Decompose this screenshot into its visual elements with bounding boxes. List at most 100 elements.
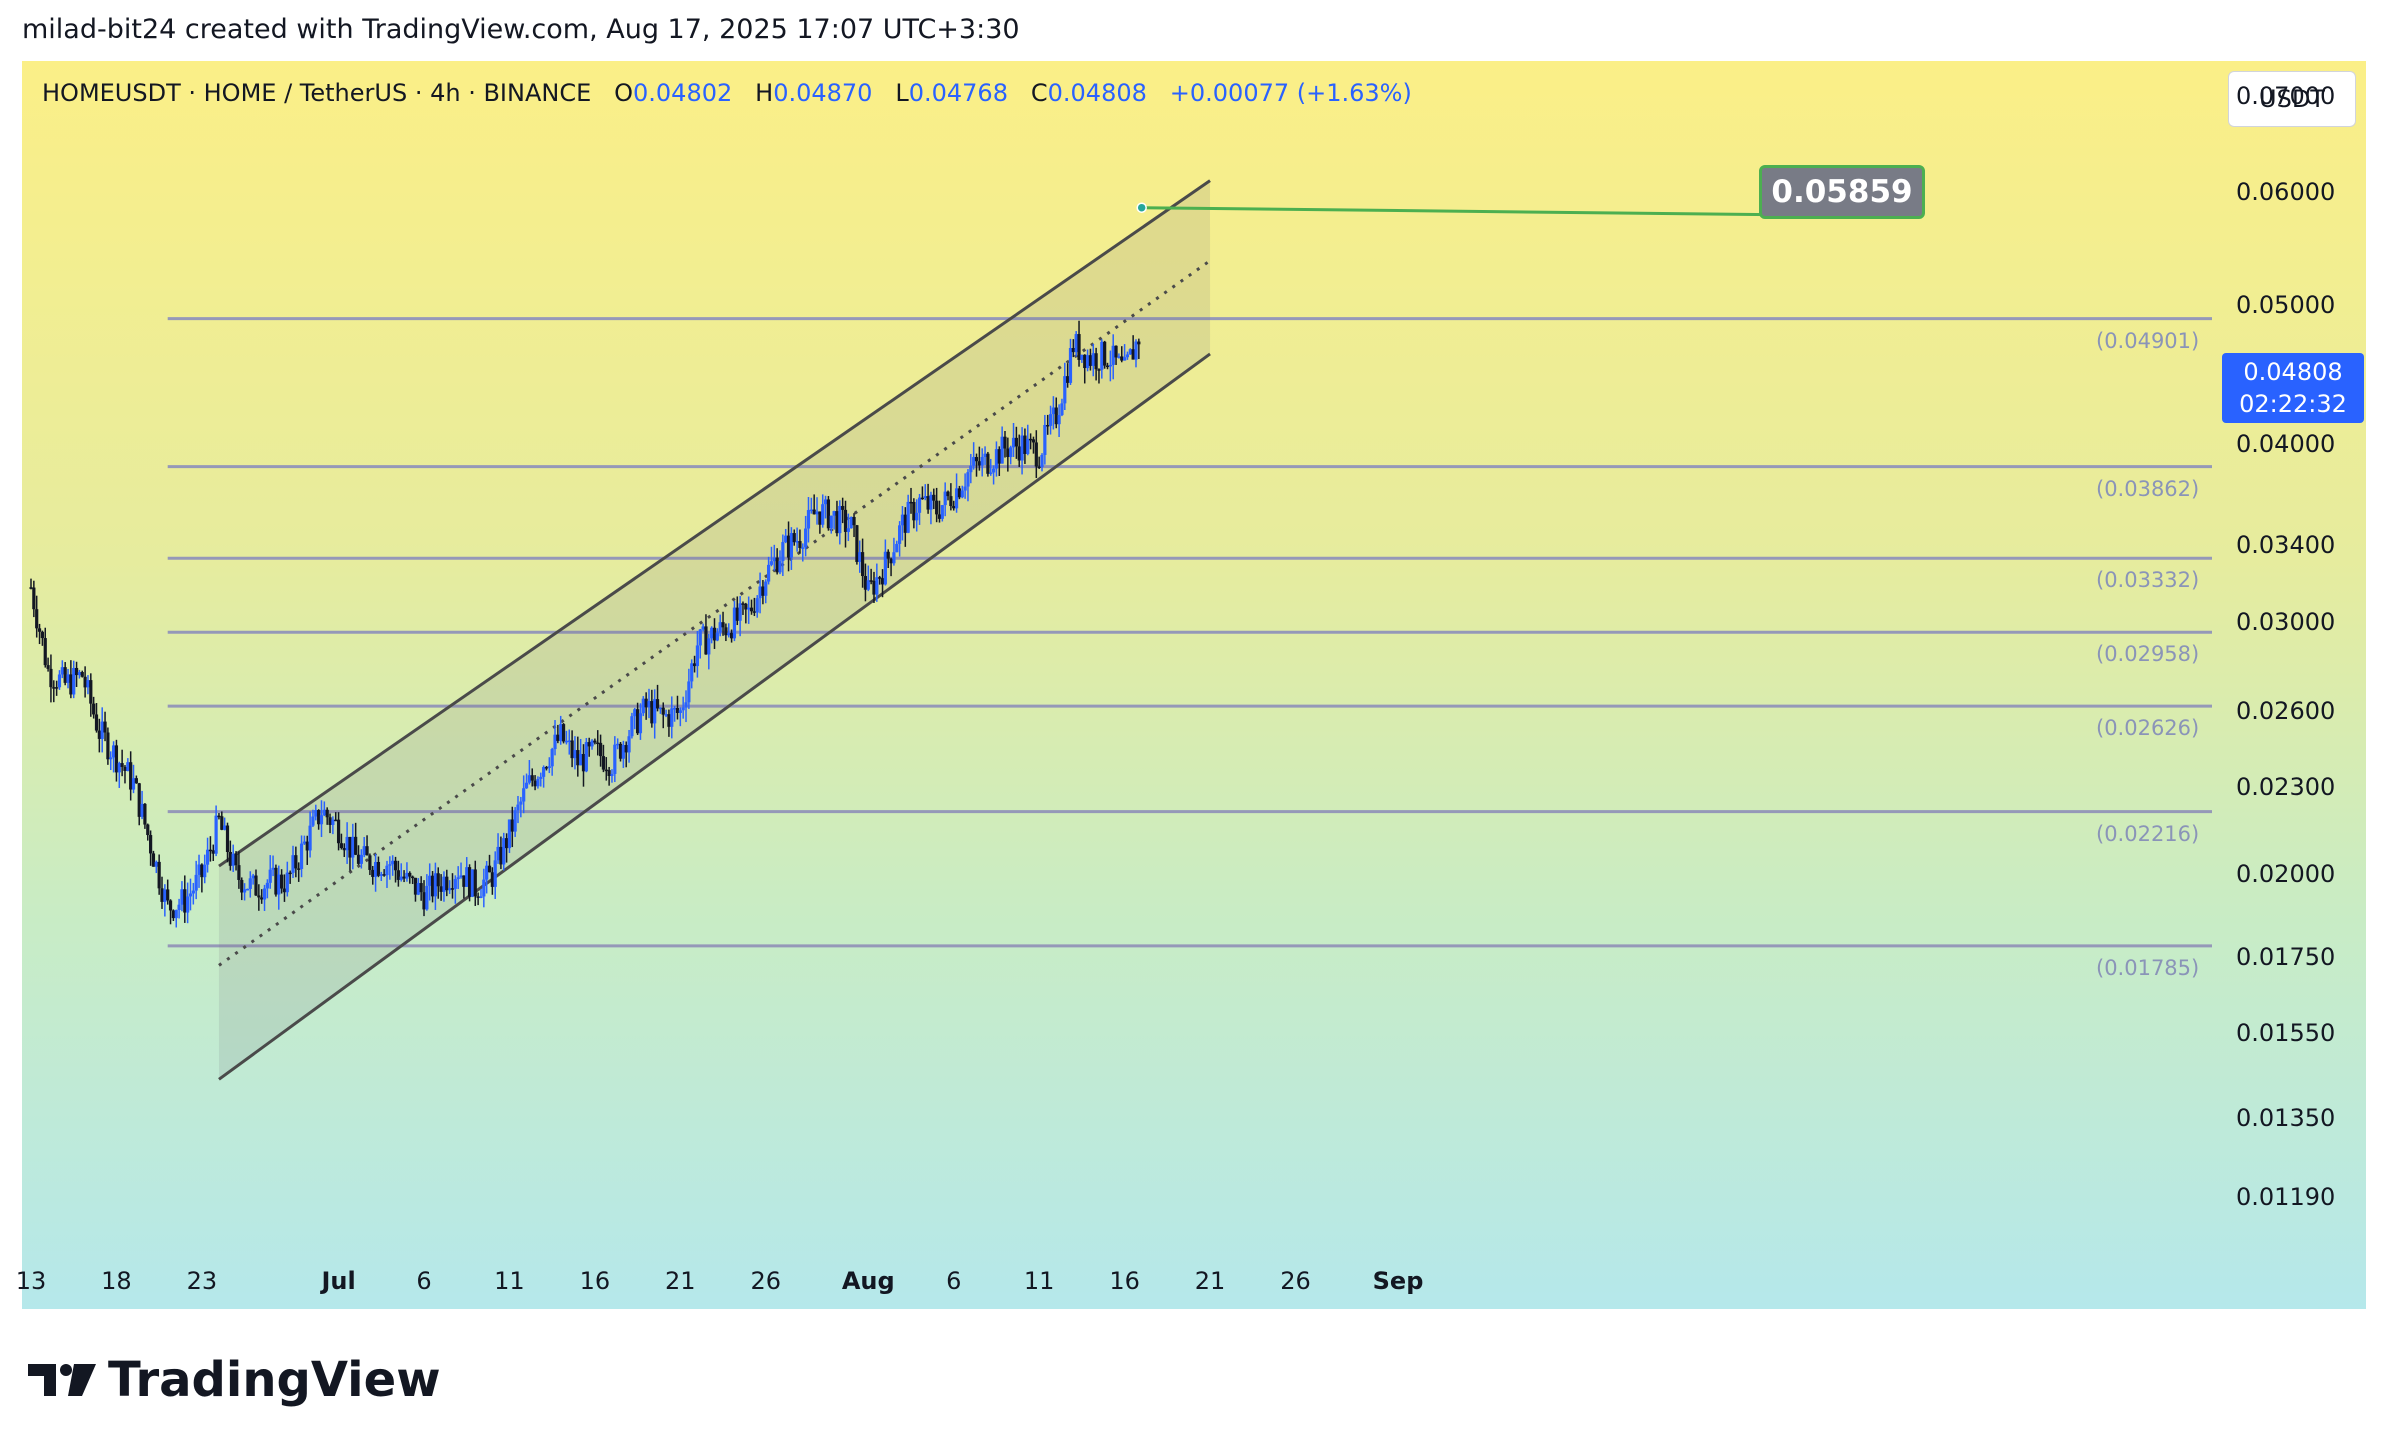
candle-body [322, 809, 326, 816]
candle-body [248, 878, 252, 889]
candle-body [858, 552, 862, 562]
channel-lower-line[interactable] [218, 352, 1211, 1081]
candle-body [188, 893, 193, 897]
candle-body [373, 861, 378, 877]
candle-body [587, 742, 591, 747]
candle-body [547, 766, 551, 768]
candle-body [368, 855, 372, 870]
candle-body [883, 551, 887, 585]
legend-symbol: HOMEUSDT · HOME / TetherUS · 4h · BINANC… [42, 79, 592, 107]
legend-open: 0.04802 [633, 79, 733, 107]
candle-body [49, 668, 53, 688]
candle-body [784, 535, 788, 543]
candle-body [815, 511, 819, 515]
candle-body [354, 836, 358, 855]
candle-body [536, 778, 540, 787]
candle-body [251, 875, 255, 879]
candle-body [203, 864, 207, 878]
candle-body [875, 577, 879, 595]
candle-body [425, 885, 429, 910]
candle-body [1043, 424, 1047, 455]
candle-body [801, 547, 805, 549]
time-tick: 21 [1194, 1267, 1226, 1295]
candle-body [131, 778, 136, 790]
candle-body [63, 667, 67, 683]
candle-body [285, 872, 289, 893]
candle-body [712, 627, 717, 641]
candle-body [46, 665, 50, 669]
candle-body [274, 867, 278, 895]
time-tick: Jul [321, 1267, 356, 1295]
candle-body [949, 496, 953, 507]
candle-body [134, 778, 138, 784]
candle-body [237, 865, 241, 880]
candle-body [137, 783, 141, 817]
candle-body [89, 680, 93, 704]
candle-body [664, 714, 668, 716]
candle-body [786, 535, 791, 558]
candle-body [758, 586, 762, 599]
candle-body [727, 632, 731, 636]
candle-body [1031, 439, 1036, 443]
candle-body [220, 816, 224, 830]
level-value-label: (0.04901) [2096, 328, 2200, 353]
candle-body [92, 703, 96, 715]
candle-body [467, 867, 472, 897]
candle-body [524, 782, 529, 789]
candle-body [715, 632, 719, 641]
candle-body [943, 491, 947, 506]
candle-body [687, 681, 691, 703]
candle-body [1054, 407, 1058, 425]
candle-body [445, 876, 449, 891]
level-value-label: (0.03862) [2096, 476, 2200, 501]
candle-body [530, 775, 534, 781]
channel-mid-line[interactable] [218, 259, 1211, 967]
candle-body [262, 888, 267, 900]
time-tick: 16 [579, 1267, 611, 1295]
chart-area[interactable]: HOMEUSDT · HOME / TetherUS · 4h · BINANC… [16, 61, 2366, 1309]
candle-body [402, 876, 406, 879]
candle-body [929, 494, 933, 510]
candle-body [1117, 356, 1121, 358]
candle-body [205, 849, 210, 865]
price-tick: 0.05000 [2236, 291, 2336, 320]
last-price-tag: 0.04808 02:22:32 [2222, 353, 2364, 423]
candle-body [154, 861, 158, 867]
candle-body [954, 488, 959, 509]
price-plot[interactable] [22, 61, 2366, 1309]
target-price-callout[interactable]: 0.05859 [1759, 165, 1925, 219]
legend-close-label: C [1030, 79, 1048, 107]
candle-body [886, 551, 890, 559]
candle-body [675, 708, 680, 713]
candle-body [362, 846, 366, 855]
candle-body [878, 577, 882, 579]
candle-body [305, 841, 309, 851]
candle-body [183, 889, 187, 913]
candle-body [584, 742, 588, 772]
candle-body [667, 714, 671, 727]
price-tick: 0.03000 [2236, 608, 2336, 637]
candle-body [983, 453, 987, 457]
candle-body [593, 740, 597, 743]
candle-body [260, 897, 264, 900]
candle-body [482, 879, 486, 897]
candle-body [832, 511, 836, 516]
candle-body [812, 509, 816, 515]
channel-upper-line[interactable] [218, 179, 1211, 868]
candle-body [826, 499, 831, 529]
time-tick: 18 [101, 1267, 132, 1295]
candle-body [442, 876, 446, 892]
candle-body [1085, 355, 1090, 369]
candle-body [980, 456, 984, 466]
time-tick: 13 [15, 1267, 47, 1295]
candle-body [1125, 354, 1130, 358]
candle-body [1063, 376, 1067, 404]
candle-body [399, 876, 403, 880]
candle-body [681, 707, 685, 711]
target-point[interactable] [1136, 202, 1147, 213]
candle-body [966, 472, 970, 487]
candle-body [991, 468, 996, 473]
candle-body [764, 581, 768, 596]
candle-body [1051, 407, 1056, 415]
candle-body [579, 753, 583, 766]
